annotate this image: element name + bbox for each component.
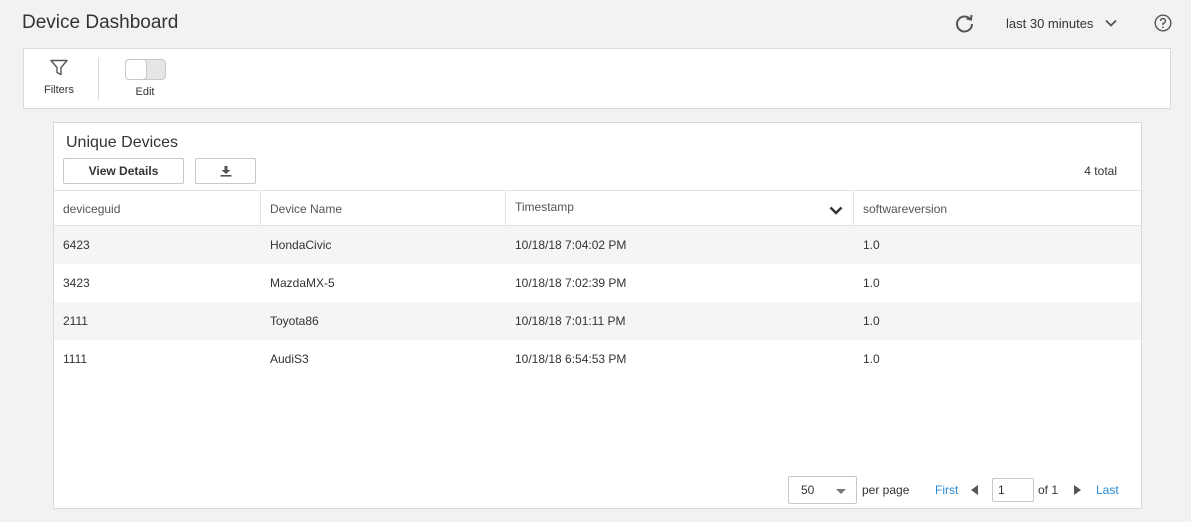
column-header-deviceguid[interactable]: deviceguid [54,191,261,226]
view-details-button[interactable]: View Details [63,158,184,184]
cell-timestamp: 10/18/18 7:04:02 PM [515,238,627,252]
cell-softwareversion: 1.0 [863,276,880,290]
refresh-icon [955,14,973,32]
table-header: deviceguid Device Name Timestamp softwar… [54,190,1141,226]
cell-device-name: Toyota86 [270,314,319,328]
column-header-device-name[interactable]: Device Name [261,191,506,226]
timestamp-header-label: Timestamp [515,200,574,214]
funnel-icon [50,59,68,76]
edit-control: Edit [122,59,168,101]
time-range-dropdown[interactable]: last 30 minutes [1006,14,1118,32]
first-page-link[interactable]: First [935,483,958,497]
time-range-label: last 30 minutes [1006,15,1094,31]
unique-devices-panel: Unique Devices View Details 4 total devi… [53,122,1142,509]
cell-deviceguid: 1111 [63,352,88,366]
download-button[interactable] [195,158,256,184]
help-icon [1154,14,1172,32]
edit-toggle[interactable] [124,59,166,80]
cell-timestamp: 10/18/18 7:01:11 PM [515,314,626,328]
cell-timestamp: 10/18/18 7:02:39 PM [515,276,627,290]
cell-softwareversion: 1.0 [863,352,880,366]
cell-device-name: HondaCivic [270,238,332,252]
download-icon [220,165,231,177]
panel-title: Unique Devices [66,134,179,151]
per-page-value: 50 [801,483,815,497]
next-page-icon[interactable] [1074,485,1081,495]
toolbar: Filters Edit [23,48,1171,109]
column-header-timestamp[interactable]: Timestamp [506,191,854,226]
help-button[interactable] [1154,14,1172,32]
chevron-down-icon [1105,19,1118,27]
cell-timestamp: 10/18/18 6:54:53 PM [515,352,627,366]
cell-deviceguid: 6423 [63,238,90,252]
cell-softwareversion: 1.0 [863,314,880,328]
table-row[interactable]: 2111 Toyota86 10/18/18 7:01:11 PM 1.0 [54,302,1141,340]
cell-device-name: AudiS3 [270,352,309,366]
caret-down-icon [836,489,846,494]
toggle-knob [124,59,147,80]
page-count-label: of 1 [1038,483,1059,497]
table-row[interactable]: 3423 MazdaMX-5 10/18/18 7:02:39 PM 1.0 [54,264,1141,302]
last-page-link[interactable]: Last [1096,483,1119,497]
sort-descending-icon[interactable] [829,204,843,218]
cell-deviceguid: 3423 [63,276,90,290]
page-number-input[interactable] [992,478,1034,502]
refresh-button[interactable] [953,12,975,34]
toolbar-divider [98,58,99,100]
edit-label: Edit [135,86,155,98]
per-page-label: per page [862,483,910,497]
table-row[interactable]: 6423 HondaCivic 10/18/18 7:04:02 PM 1.0 [54,226,1141,264]
total-count: 4 total [1084,164,1117,178]
cell-device-name: MazdaMX-5 [270,276,335,290]
pagination: 50 per page First of 1 Last [54,476,1141,504]
devices-table: deviceguid Device Name Timestamp softwar… [54,190,1141,378]
cell-softwareversion: 1.0 [863,238,880,252]
filters-button[interactable]: Filters [34,59,84,101]
column-header-softwareversion[interactable]: softwareversion [854,191,1141,226]
filters-label: Filters [44,84,74,96]
cell-deviceguid: 2111 [63,314,88,328]
per-page-select[interactable]: 50 [788,476,857,504]
previous-page-icon[interactable] [971,485,978,495]
page-title: Device Dashboard [22,12,179,33]
table-row[interactable]: 1111 AudiS3 10/18/18 6:54:53 PM 1.0 [54,340,1141,378]
